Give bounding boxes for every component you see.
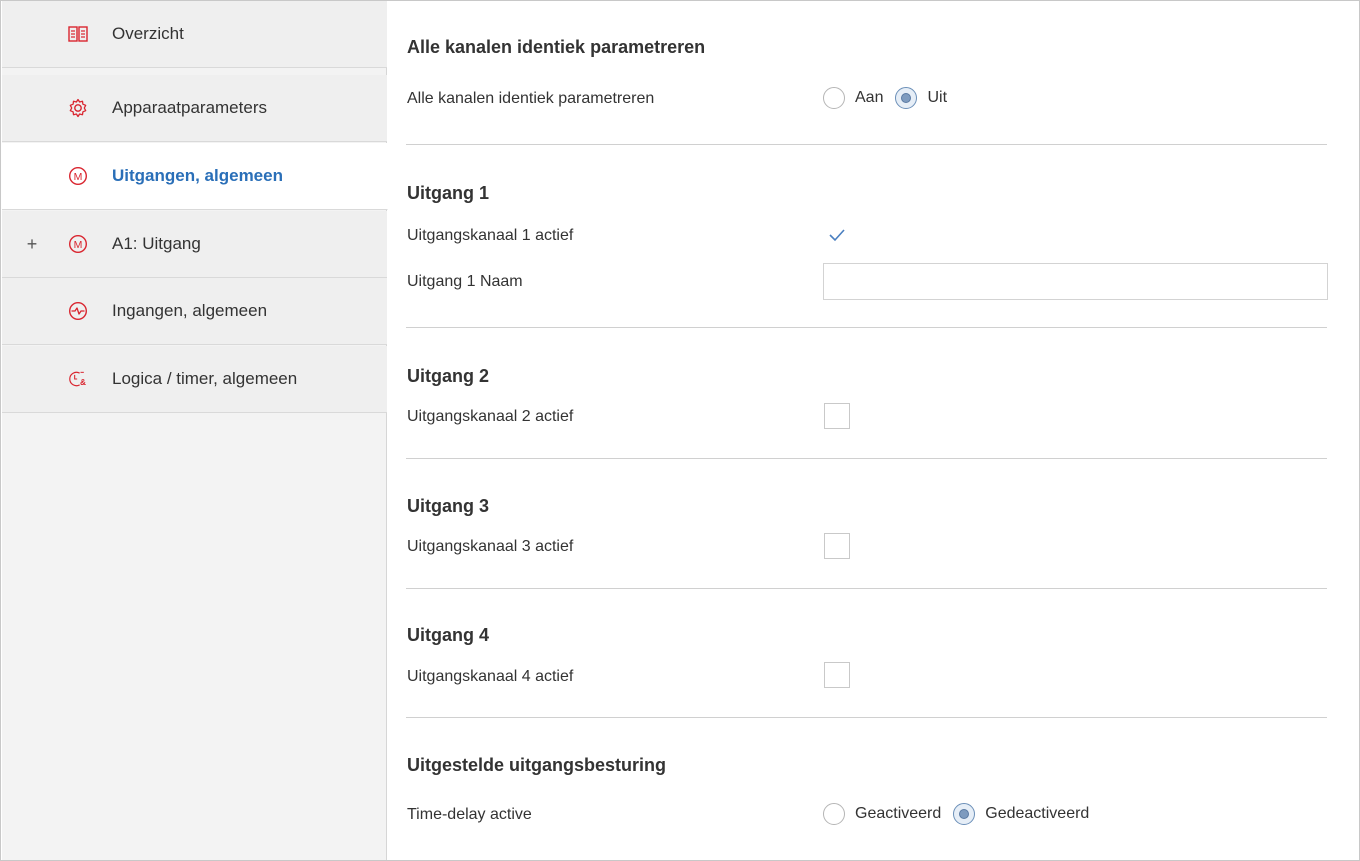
radio-gedeactiveerd-circle[interactable] xyxy=(953,803,976,825)
delayed-radio-group: Geactiveerd Gedeactiveerd xyxy=(823,803,1101,825)
section-title-delayed: Uitgestelde uitgangsbesturing xyxy=(407,755,667,775)
uitgang-4-checkbox[interactable] xyxy=(824,662,850,688)
radio-aan-circle[interactable] xyxy=(823,87,845,109)
sidebar-item-label: Uitgangen, algemeen xyxy=(112,166,283,185)
sidebar-item-a1-uitgang[interactable]: + M A1: Uitgang xyxy=(2,211,387,278)
checkmark-icon xyxy=(829,229,845,242)
sidebar-item-label: Logica / timer, algemeen xyxy=(112,369,298,388)
radio-aan-label: Aan xyxy=(855,89,884,106)
uitgang-3-checkbox[interactable] xyxy=(824,533,850,559)
sidebar-item-label: A1: Uitgang xyxy=(112,234,201,253)
radio-geactiveerd[interactable]: Geactiveerd xyxy=(823,803,941,825)
sidebar-item-uitgangen-algemeen[interactable]: M Uitgangen, algemeen xyxy=(2,143,388,210)
expand-icon[interactable]: + xyxy=(25,234,39,255)
delayed-row-label: Time-delay active xyxy=(407,806,532,823)
uitgang-1-name-label: Uitgang 1 Naam xyxy=(407,273,523,290)
uitgang-2-checkbox-label: Uitgangskanaal 2 actief xyxy=(407,408,574,425)
sidebar-item-logica-timer[interactable]: & Logica / timer, algemeen xyxy=(2,346,387,413)
uitgang-3-checkbox-label: Uitgangskanaal 3 actief xyxy=(407,538,574,555)
sidebar-item-apparaatparameters[interactable]: Apparaatparameters xyxy=(2,75,387,142)
input-gauge-icon xyxy=(68,301,88,321)
divider xyxy=(406,458,1327,459)
radio-geactiveerd-label: Geactiveerd xyxy=(855,805,942,822)
identical-row-label: Alle kanalen identiek parametreren xyxy=(407,90,655,107)
sidebar-item-label: Overzicht xyxy=(112,24,184,43)
uitgang-1-name-input[interactable] xyxy=(823,263,1328,300)
identical-radio-group: Aan Uit xyxy=(823,87,959,109)
uitgang-4-checkbox-label: Uitgangskanaal 4 actief xyxy=(407,668,574,685)
gear-icon xyxy=(68,98,88,118)
svg-text:M: M xyxy=(74,171,83,183)
section-title-identical: Alle kanalen identiek parametreren xyxy=(407,37,706,57)
section-title-uitgang-1: Uitgang 1 xyxy=(407,183,490,203)
radio-uit[interactable]: Uit xyxy=(895,87,947,109)
motor-m-icon: M xyxy=(68,234,88,254)
section-title-uitgang-4: Uitgang 4 xyxy=(407,625,490,645)
radio-uit-label: Uit xyxy=(927,89,948,106)
radio-uit-circle[interactable] xyxy=(895,87,918,109)
book-icon xyxy=(68,24,88,44)
svg-text:M: M xyxy=(74,239,83,251)
radio-aan[interactable]: Aan xyxy=(823,87,883,109)
uitgang-1-checkbox[interactable] xyxy=(824,222,850,248)
section-title-uitgang-2: Uitgang 2 xyxy=(407,366,490,386)
uitgang-2-checkbox[interactable] xyxy=(824,403,850,429)
sidebar-item-overzicht[interactable]: Overzicht xyxy=(2,1,387,68)
uitgang-1-checkbox-label: Uitgangskanaal 1 actief xyxy=(407,227,574,244)
sidebar: Overzicht Apparaatparameters M Uitgangen… xyxy=(2,1,388,860)
parameter-panel: Alle kanalen identiek parametreren Alle … xyxy=(388,1,1358,860)
app-window: Overzicht Apparaatparameters M Uitgangen… xyxy=(0,0,1360,861)
divider xyxy=(406,327,1327,328)
radio-geactiveerd-circle[interactable] xyxy=(823,803,845,825)
sidebar-item-label: Ingangen, algemeen xyxy=(112,301,268,320)
motor-m-icon: M xyxy=(68,166,88,186)
divider xyxy=(406,588,1327,589)
logic-timer-icon: & xyxy=(68,369,88,389)
radio-gedeactiveerd-label: Gedeactiveerd xyxy=(985,805,1090,822)
divider xyxy=(406,717,1327,718)
section-title-uitgang-3: Uitgang 3 xyxy=(407,496,490,516)
sidebar-item-ingangen-algemeen[interactable]: Ingangen, algemeen xyxy=(2,278,387,345)
sidebar-item-label: Apparaatparameters xyxy=(112,98,267,117)
svg-text:&: & xyxy=(80,377,86,387)
divider xyxy=(406,144,1327,145)
radio-gedeactiveerd[interactable]: Gedeactiveerd xyxy=(953,803,1089,825)
